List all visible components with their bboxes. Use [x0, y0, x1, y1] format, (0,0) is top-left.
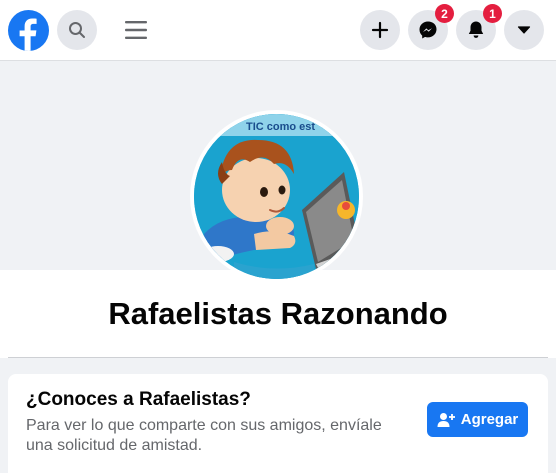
menu-button[interactable]: [116, 12, 156, 48]
caret-down-icon: [517, 26, 531, 34]
add-friend-label: Agregar: [460, 411, 519, 428]
notifications-button[interactable]: 1: [456, 4, 502, 50]
avatar-image: TIC como est: [194, 114, 359, 279]
add-friend-icon: [437, 412, 455, 427]
avatar-caption: TIC como est: [246, 121, 315, 133]
profile-name: Rafaelistas Razonando: [108, 296, 448, 331]
notifications-badge: 1: [483, 4, 502, 23]
add-friend-button[interactable]: Agregar: [427, 402, 528, 437]
card-description: Para ver lo que comparte con sus amigos,…: [26, 417, 382, 454]
menu-icon: [125, 21, 147, 39]
friend-request-card: ¿Conoces a Rafaelistas? Para ver lo que …: [8, 374, 548, 473]
search-button[interactable]: [57, 10, 97, 50]
messenger-icon: [419, 21, 437, 39]
messenger-button[interactable]: 2: [408, 4, 454, 50]
facebook-logo[interactable]: [8, 10, 49, 51]
top-navigation-bar: 2 1: [0, 0, 556, 61]
card-title: ¿Conoces a Rafaelistas?: [26, 389, 251, 410]
search-icon: [69, 22, 85, 38]
profile-divider: [8, 357, 548, 358]
create-button[interactable]: [360, 10, 400, 50]
facebook-f-icon: [19, 18, 37, 51]
bell-icon: [468, 21, 484, 38]
messenger-badge: 2: [435, 4, 454, 23]
account-button[interactable]: [504, 10, 544, 50]
avatar-illustration: TIC como est: [194, 114, 359, 279]
profile-avatar[interactable]: TIC como est: [190, 110, 363, 283]
plus-icon: [371, 21, 389, 39]
